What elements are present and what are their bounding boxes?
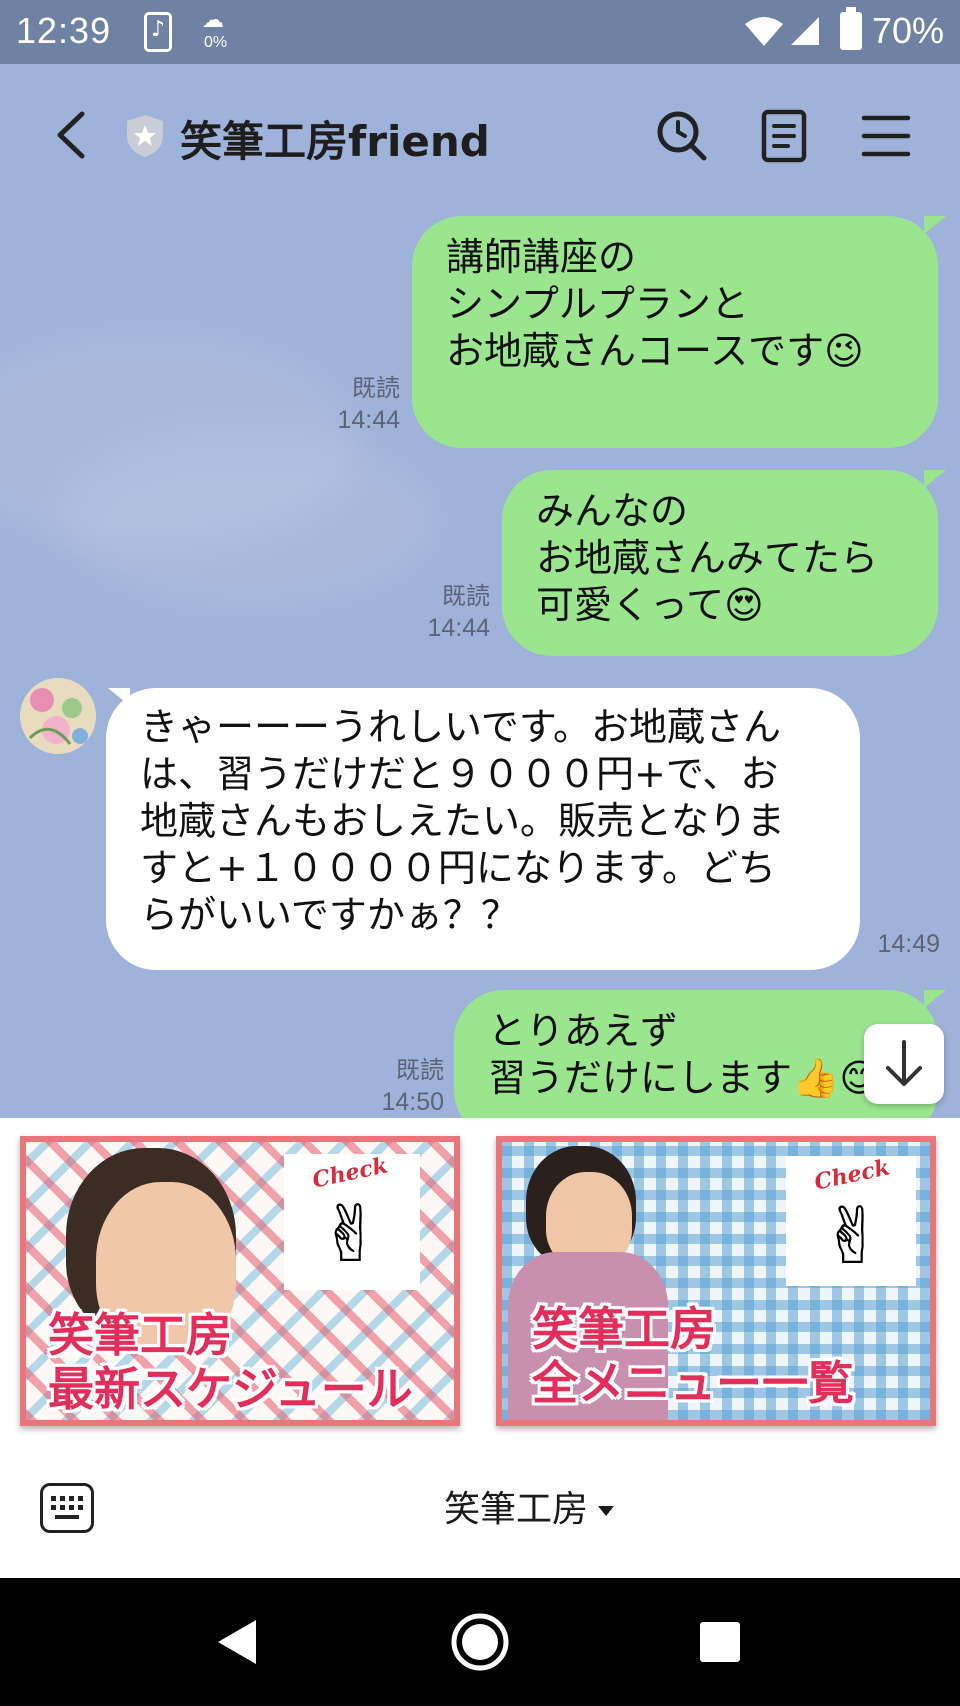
wifi-icon [745,17,783,46]
outgoing-message[interactable]: みんなの お地蔵さんみてたら 可愛くって😍 [502,470,938,656]
banner-line: 最新スケジュール [48,1362,413,1416]
read-receipt: 既読 [396,1056,444,1084]
banner-title: 笑筆工房 最新スケジュール [48,1308,413,1416]
notes-icon[interactable] [756,108,812,164]
message-time: 14:49 [877,930,940,958]
check-label: Check [310,1152,391,1194]
message-line: は、習うだけだと９０００円+で、お [140,752,779,796]
message-meta: 既読 14:44 [300,372,400,436]
arrow-down-icon [886,1040,922,1086]
battery-icon [840,7,862,50]
message-line: とりあえず [488,1009,679,1053]
system-nav-bar [0,1578,960,1706]
read-receipt: 既読 [352,374,400,402]
official-account-shield-icon [127,115,163,157]
message-line: 地蔵さんもおしえたい。販売となりま [140,799,785,843]
message-line: きゃーーーうれしいです。お地蔵さん [140,705,782,749]
bubble-tail [924,990,946,1008]
message-line: お地蔵さんみてたら [536,536,879,580]
incoming-message[interactable]: きゃーーーうれしいです。お地蔵さん は、習うだけだと９０００円+で、お 地蔵さん… [106,688,860,970]
keyboard-icon[interactable] [40,1483,94,1533]
music-notification-icon: ♪ [144,12,172,52]
banner-line: 笑筆工房 [532,1302,716,1356]
nav-back-icon[interactable] [216,1618,258,1666]
bubble-tail [924,216,946,234]
menu-list-banner[interactable]: Check ✌ 笑筆工房 全メニュー一覧 [496,1136,936,1426]
status-time: 12:39 [16,10,112,51]
menu-icon[interactable] [858,108,914,164]
message-meta: 既読 14:44 [390,580,490,644]
read-receipt: 既読 [442,582,490,610]
caret-down-icon [598,1506,615,1516]
banner-title: 笑筆工房 全メニュー一覧 [532,1302,854,1410]
pointing-hand-icon: ✌ [820,1192,886,1282]
schedule-banner[interactable]: Check ✌ 笑筆工房 最新スケジュール [20,1136,460,1426]
chat-area[interactable]: 講師講座の シンプルプランと お地蔵さんコースです😉 既読 14:44 みんなの… [0,200,960,1118]
message-meta: 既読 14:50 [340,1054,444,1118]
message-line: みんなの [536,489,689,533]
check-badge: Check ✌ [284,1152,420,1290]
rich-menu: Check ✌ 笑筆工房 最新スケジュール Check ✌ 笑筆工房 全メニュー… [0,1118,960,1448]
avatar[interactable] [20,678,96,754]
rich-menu-toggle[interactable]: 笑筆工房 [444,1480,615,1532]
check-label: Check [812,1154,893,1196]
weather-percent: 0% [204,34,228,51]
message-time: 14:44 [337,406,400,434]
message-time: 14:50 [381,1088,444,1116]
message-line: 講師講座の [446,235,637,279]
chat-title: 笑筆工房friend [180,117,490,166]
message-line: すと+１００００円になります。どち [140,846,777,890]
message-line: シンプルプランと [446,282,749,326]
weather-icon: ☁ 0% [202,8,228,51]
check-badge: Check ✌ [786,1154,916,1286]
battery-level: 70% [872,10,945,51]
message-line: 可愛くって😍 [536,583,764,627]
message-line: らがいいですかぁ？？ [140,893,519,937]
search-icon[interactable] [654,108,710,164]
message-line: お地蔵さんコースです😉 [446,329,864,373]
banner-line: 全メニュー一覧 [532,1356,854,1410]
status-bar: 12:39 ♪ ☁ 0% 70% [0,0,960,64]
scroll-to-bottom-button[interactable] [864,1024,944,1104]
back-icon[interactable] [52,110,92,160]
outgoing-message[interactable]: 講師講座の シンプルプランと お地蔵さんコースです😉 [412,216,938,448]
banner-line: 笑筆工房 [48,1308,232,1362]
bottom-bar: 笑筆工房 [0,1448,960,1578]
nav-home-icon[interactable] [450,1612,510,1672]
signal-icon [791,17,819,45]
rich-menu-label: 笑筆工房 [444,1489,589,1530]
message-time: 14:44 [427,614,490,642]
pointing-hand-icon: ✌ [318,1190,384,1280]
message-line: 習うだけにします👍😊 [488,1056,879,1100]
bubble-tail [924,470,946,488]
nav-recents-icon[interactable] [700,1622,740,1662]
